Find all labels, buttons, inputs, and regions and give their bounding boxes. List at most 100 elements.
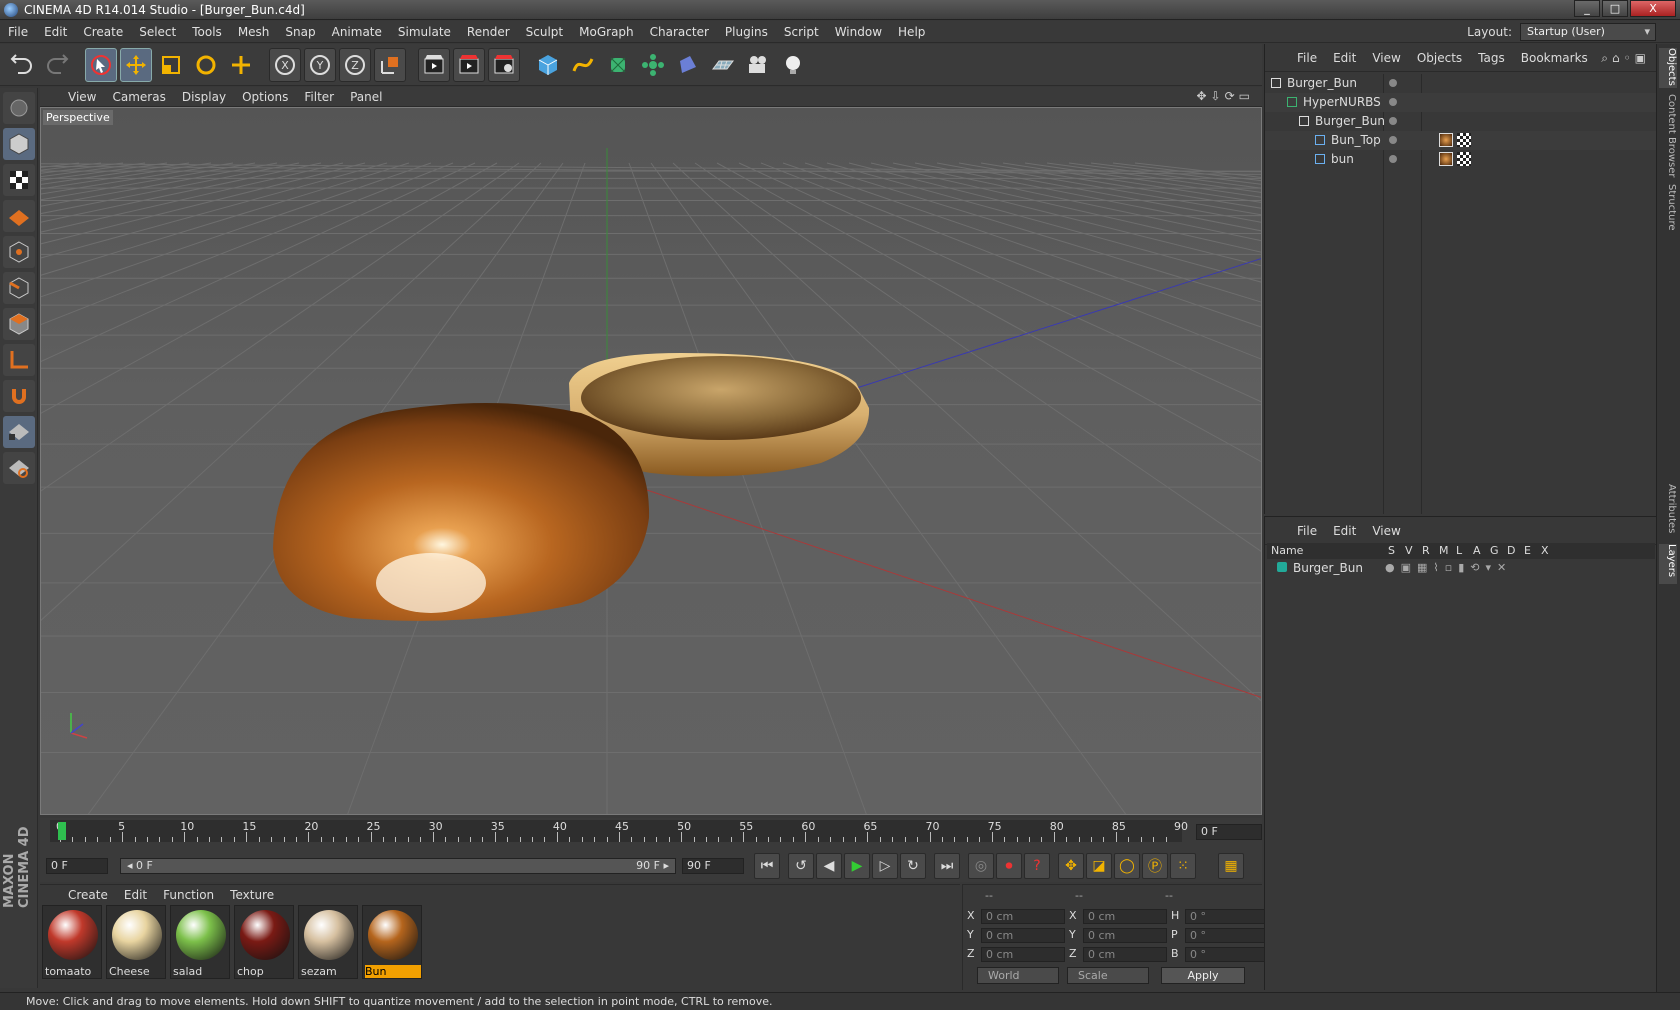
layer-column-header[interactable]: V bbox=[1405, 544, 1413, 557]
object-menu-edit[interactable]: Edit bbox=[1325, 51, 1364, 65]
layer-column-header[interactable]: D bbox=[1507, 544, 1515, 557]
menu-simulate[interactable]: Simulate bbox=[390, 25, 459, 39]
menu-animate[interactable]: Animate bbox=[324, 25, 390, 39]
menu-window[interactable]: Window bbox=[827, 25, 890, 39]
object-menu-file[interactable]: File bbox=[1289, 51, 1325, 65]
rotate-tool-button[interactable] bbox=[190, 48, 222, 82]
floor-button[interactable] bbox=[707, 48, 739, 82]
layer-column-header[interactable]: Name bbox=[1271, 544, 1303, 557]
visibility-editor-dot[interactable] bbox=[1389, 136, 1397, 144]
spline-button[interactable] bbox=[567, 48, 599, 82]
object-row[interactable]: Burger_Bun bbox=[1265, 112, 1657, 131]
layer-column-header[interactable]: R bbox=[1422, 544, 1430, 557]
viewport-menu-options[interactable]: Options bbox=[234, 90, 296, 104]
coordinate-system-button[interactable] bbox=[374, 47, 406, 82]
uvw-tag-icon[interactable] bbox=[1457, 152, 1471, 166]
menu-character[interactable]: Character bbox=[642, 25, 717, 39]
key-position-button[interactable]: ✥ bbox=[1058, 853, 1084, 879]
current-frame-field[interactable]: 0 F bbox=[1196, 824, 1262, 840]
menu-render[interactable]: Render bbox=[459, 25, 518, 39]
menu-tools[interactable]: Tools bbox=[184, 25, 230, 39]
side-tab-objects[interactable]: Objects bbox=[1659, 48, 1677, 88]
coord-value-field[interactable]: 0 cm bbox=[981, 909, 1065, 924]
z-axis-lock-button[interactable]: Z bbox=[339, 47, 371, 82]
layout-select[interactable]: Startup (User) bbox=[1520, 23, 1656, 41]
layer-column-header[interactable]: E bbox=[1524, 544, 1531, 557]
maximize-button[interactable]: □ bbox=[1602, 0, 1628, 17]
menu-create[interactable]: Create bbox=[75, 25, 131, 39]
layer-column-header[interactable]: X bbox=[1541, 544, 1549, 557]
object-name[interactable]: HyperNURBS bbox=[1303, 95, 1381, 109]
texture-mode-button[interactable] bbox=[3, 164, 35, 196]
edges-mode-button[interactable] bbox=[3, 272, 35, 304]
object-menu-view[interactable]: View bbox=[1364, 51, 1408, 65]
object-menu-objects[interactable]: Objects bbox=[1409, 51, 1470, 65]
perspective-viewport[interactable]: Perspective bbox=[40, 107, 1262, 815]
material-swatch[interactable]: sezam bbox=[298, 905, 358, 979]
axis-mode-button[interactable] bbox=[3, 344, 35, 376]
visibility-editor-dot[interactable] bbox=[1389, 79, 1397, 87]
start-frame-field[interactable]: 0 F bbox=[46, 858, 108, 874]
model-mode-button[interactable] bbox=[3, 128, 35, 160]
key-parameter-button[interactable]: Ⓟ bbox=[1142, 853, 1168, 879]
frame-range-slider[interactable]: ◂ 0 F 90 F ▸ bbox=[120, 858, 676, 874]
layer-toggle-icons[interactable]: ●▣▦⌇▫▮⟲▾✕ bbox=[1385, 561, 1512, 574]
planar-workplane-button[interactable] bbox=[3, 452, 35, 484]
apply-button[interactable]: Apply bbox=[1161, 967, 1245, 984]
record-keys-button[interactable]: ◎ bbox=[968, 853, 994, 879]
coord-value-field[interactable]: 0 cm bbox=[1083, 909, 1167, 924]
render-view-button[interactable] bbox=[418, 47, 450, 82]
material-menu-create[interactable]: Create bbox=[60, 888, 116, 902]
make-editable-button[interactable] bbox=[3, 92, 35, 124]
layer-column-header[interactable]: L bbox=[1456, 544, 1462, 557]
object-name[interactable]: Burger_Bun bbox=[1315, 114, 1385, 128]
side-tab-layers[interactable]: Layers bbox=[1659, 544, 1677, 584]
key-rotation-button[interactable]: ◯ bbox=[1114, 853, 1140, 879]
material-menu-texture[interactable]: Texture bbox=[222, 888, 282, 902]
timeline-window-button[interactable]: ▦ bbox=[1218, 853, 1244, 879]
material-swatch[interactable]: Cheese bbox=[106, 905, 166, 979]
object-row[interactable]: HyperNURBS bbox=[1265, 93, 1657, 112]
object-row[interactable]: Bun_Top bbox=[1265, 131, 1657, 150]
object-name[interactable]: bun bbox=[1331, 152, 1354, 166]
workplane-mode-button[interactable] bbox=[3, 200, 35, 232]
coord-value-field[interactable]: 0 ° bbox=[1185, 909, 1269, 924]
viewport-menu-view[interactable]: View bbox=[60, 90, 104, 104]
material-menu-function[interactable]: Function bbox=[155, 888, 222, 902]
workplane-lock-button[interactable] bbox=[3, 416, 35, 448]
timeline-playhead[interactable] bbox=[58, 822, 66, 840]
layer-name[interactable]: Burger_Bun bbox=[1293, 561, 1363, 575]
coord-value-field[interactable]: 0 ° bbox=[1185, 947, 1269, 962]
bun-top-object[interactable] bbox=[273, 403, 650, 621]
viewport-menu-panel[interactable]: Panel bbox=[342, 90, 390, 104]
visibility-editor-dot[interactable] bbox=[1389, 98, 1397, 106]
coord-value-field[interactable]: 0 cm bbox=[1083, 928, 1167, 943]
material-swatch[interactable]: chop bbox=[234, 905, 294, 979]
coord-value-field[interactable]: 0 cm bbox=[981, 928, 1065, 943]
deformer-button[interactable] bbox=[672, 48, 704, 82]
viewport-menu-filter[interactable]: Filter bbox=[296, 90, 342, 104]
object-name[interactable]: Bun_Top bbox=[1331, 133, 1381, 147]
end-frame-field[interactable]: 90 F bbox=[682, 858, 744, 874]
menu-script[interactable]: Script bbox=[776, 25, 827, 39]
live-select-tool-button[interactable] bbox=[85, 47, 117, 82]
timeline-track[interactable]: 051015202530354045505560657075808590 bbox=[50, 820, 1188, 842]
coord-scale-select[interactable]: Scale bbox=[1067, 967, 1149, 984]
camera-button[interactable] bbox=[742, 48, 774, 82]
object-row[interactable]: bun bbox=[1265, 150, 1657, 169]
menu-plugins[interactable]: Plugins bbox=[717, 25, 776, 39]
viewport-nav-icons[interactable]: ✥⇩⟳▭ bbox=[1196, 89, 1254, 103]
side-tab-attributes[interactable]: Attributes bbox=[1659, 484, 1677, 538]
x-axis-lock-button[interactable]: X bbox=[269, 47, 301, 82]
layer-column-header[interactable]: A bbox=[1473, 544, 1481, 557]
object-search-icon[interactable]: ⌕⌂◦▣ bbox=[1601, 51, 1650, 66]
menu-file[interactable]: File bbox=[0, 25, 36, 39]
cube-primitive-button[interactable] bbox=[532, 48, 564, 82]
material-swatch[interactable]: tomaato bbox=[42, 905, 102, 979]
menu-snap[interactable]: Snap bbox=[277, 25, 323, 39]
visibility-editor-dot[interactable] bbox=[1389, 155, 1397, 163]
move-tool-button[interactable] bbox=[120, 47, 152, 82]
layer-column-header[interactable]: M bbox=[1439, 544, 1449, 557]
viewport-menu-cameras[interactable]: Cameras bbox=[104, 90, 173, 104]
next-frame-button[interactable]: ▷ bbox=[872, 853, 898, 879]
